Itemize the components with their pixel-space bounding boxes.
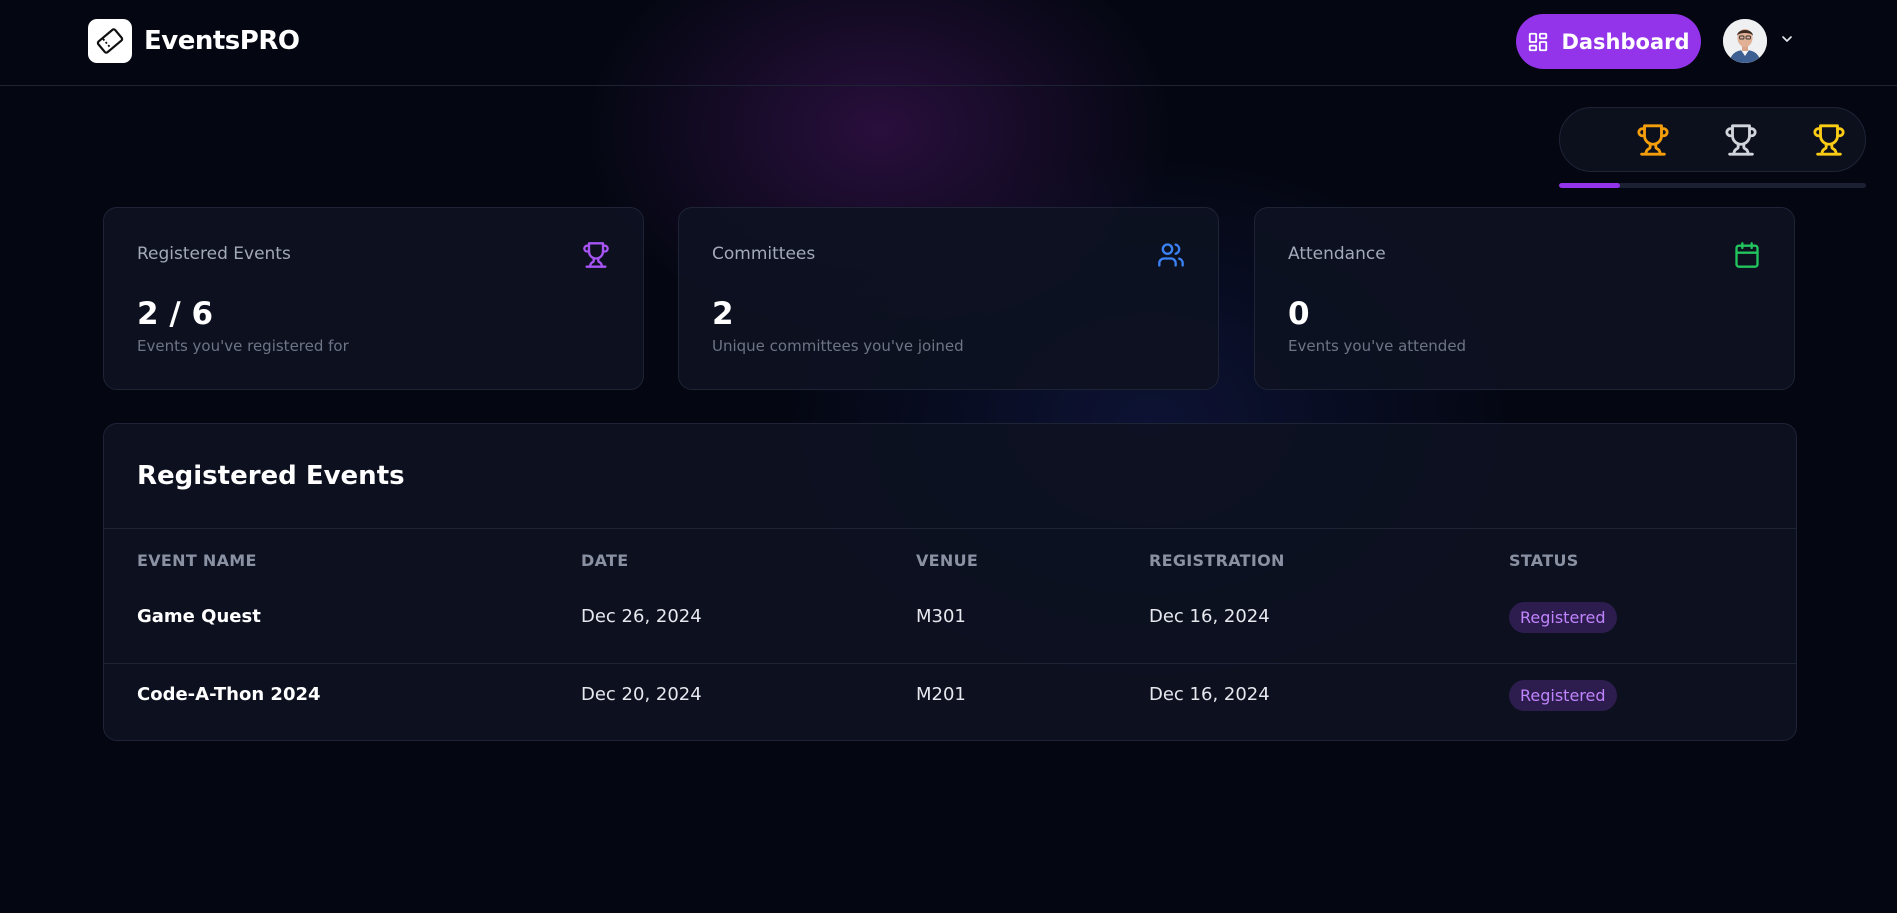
ticket-logo-icon — [88, 19, 132, 63]
avatar[interactable] — [1723, 19, 1767, 63]
event-name: Game Quest — [137, 606, 261, 627]
registration-date: Dec 16, 2024 — [1149, 684, 1270, 705]
chevron-down-icon[interactable] — [1779, 31, 1795, 51]
card-title: Committees — [712, 244, 816, 264]
trophy-icon — [582, 241, 610, 273]
card-value: 2 / 6 — [137, 296, 214, 332]
trophy-orange-icon[interactable] — [1636, 123, 1670, 161]
card-subtitle: Unique committees you've joined — [712, 337, 964, 355]
calendar-icon — [1733, 241, 1761, 273]
column-header-status[interactable]: STATUS — [1509, 551, 1579, 570]
event-name: Code-A-Thon 2024 — [137, 684, 321, 705]
card-value: 0 — [1288, 296, 1310, 332]
dashboard-button-label: Dashboard — [1561, 29, 1690, 54]
stat-card-attendance: Attendance 0 Events you've attended — [1254, 207, 1795, 390]
event-date: Dec 20, 2024 — [581, 684, 702, 705]
status-badge: Registered — [1509, 680, 1617, 711]
status-badge: Registered — [1509, 602, 1617, 633]
brand-name: EventsPRO — [144, 26, 300, 56]
event-venue: M301 — [916, 606, 966, 627]
event-date: Dec 26, 2024 — [581, 606, 702, 627]
column-header-event-name[interactable]: EVENT NAME — [137, 551, 257, 570]
grid-icon — [1529, 32, 1548, 51]
stat-card-committees: Committees 2 Unique committees you've jo… — [678, 207, 1219, 390]
stat-card-registered-events: Registered Events 2 / 6 Events you've re… — [103, 207, 644, 390]
card-title: Registered Events — [137, 244, 291, 264]
card-subtitle: Events you've registered for — [137, 337, 349, 355]
column-header-date[interactable]: DATE — [581, 551, 628, 570]
trophy-gold-icon[interactable] — [1812, 123, 1846, 161]
top-header: EventsPRO Dashboard — [0, 0, 1897, 86]
panel-title: Registered Events — [137, 461, 405, 491]
column-header-venue[interactable]: VENUE — [916, 551, 978, 570]
achievement-progress-bar — [1559, 183, 1866, 188]
progress-fill — [1559, 183, 1621, 188]
divider — [104, 528, 1796, 529]
trophy-silver-icon[interactable] — [1724, 123, 1758, 161]
registration-date: Dec 16, 2024 — [1149, 606, 1270, 627]
brand[interactable]: EventsPRO — [88, 19, 300, 63]
card-title: Attendance — [1288, 244, 1386, 264]
column-header-registration[interactable]: REGISTRATION — [1149, 551, 1285, 570]
achievements-trophies — [1559, 107, 1866, 172]
event-venue: M201 — [916, 684, 966, 705]
card-value: 2 — [712, 296, 734, 332]
dashboard-button[interactable]: Dashboard — [1516, 14, 1701, 69]
users-icon — [1157, 241, 1185, 273]
registered-events-panel: Registered Events EVENT NAME DATE VENUE … — [103, 423, 1797, 741]
table-row[interactable]: Code-A-Thon 2024 Dec 20, 2024 M201 Dec 1… — [104, 664, 1796, 740]
table-row[interactable]: Game Quest Dec 26, 2024 M301 Dec 16, 202… — [104, 586, 1796, 664]
card-subtitle: Events you've attended — [1288, 337, 1467, 355]
